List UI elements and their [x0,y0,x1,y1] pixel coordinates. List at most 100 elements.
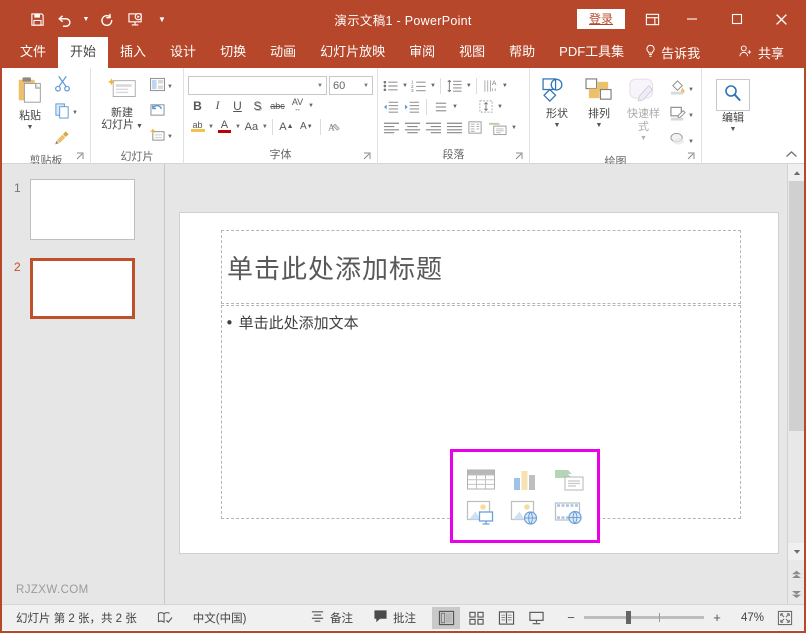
tell-me-search[interactable]: 告诉我 [636,37,708,68]
tab-slideshow[interactable]: 幻灯片放映 [308,37,397,68]
scroll-up-button[interactable] [788,164,805,181]
arrange-dropdown-icon[interactable]: ▼ [596,122,603,129]
text-direction-dropdown-icon[interactable]: ▼ [502,83,508,89]
bold-button[interactable]: B [188,96,207,115]
paste-dropdown-icon[interactable]: ▼ [27,124,34,131]
copy-dropdown-icon[interactable]: ▼ [72,110,78,116]
character-spacing-button[interactable]: AV↔ [288,96,307,115]
fit-to-window-icon[interactable] [772,607,798,629]
title-placeholder[interactable]: 单击此处添加标题 [221,230,741,304]
zoom-in-button[interactable]: + [710,610,724,625]
tab-file[interactable]: 文件 [8,37,58,68]
align-text-icon[interactable] [476,97,496,116]
next-slide-button[interactable] [788,584,805,604]
line-spacing-icon[interactable] [445,76,465,95]
text-shadow-button[interactable]: S [248,96,267,115]
tab-insert[interactable]: 插入 [108,37,158,68]
new-slide-dropdown-icon[interactable]: ▼ [134,123,143,130]
zoom-slider[interactable] [584,616,704,619]
scrollbar-thumb[interactable] [789,181,804,431]
share-button[interactable]: 共享 [728,37,794,68]
clear-formatting-button[interactable]: A [325,117,344,136]
shape-outline-dropdown-icon[interactable]: ▼ [688,113,694,119]
italic-button[interactable]: I [208,96,227,115]
decrease-font-size-button[interactable]: A▼ [297,117,316,136]
insert-chart-icon[interactable] [510,467,540,493]
font-size-input[interactable]: 60 ▼ [329,76,373,95]
text-highlight-color-button[interactable]: ab [188,117,207,136]
cut-button[interactable] [52,73,80,99]
previous-slide-button[interactable] [788,564,805,584]
tab-review[interactable]: 审阅 [397,37,447,68]
shape-fill-dropdown-icon[interactable]: ▼ [688,87,694,93]
highlight-color-dropdown-icon[interactable]: ▼ [208,124,214,130]
ribbon-display-options-icon[interactable] [635,2,669,36]
section-dropdown-icon[interactable]: ▼ [167,134,173,140]
spellcheck-icon[interactable] [147,605,183,631]
thumbnail-preview[interactable] [30,258,135,319]
font-size-dropdown-icon[interactable]: ▼ [363,83,369,89]
paragraph-dialog-launcher[interactable] [515,152,525,162]
close-icon[interactable] [759,2,804,36]
copy-button[interactable]: ▼ [52,100,80,126]
save-icon[interactable] [24,7,50,31]
undo-icon[interactable] [52,7,78,31]
zoom-level-label[interactable]: 47% [730,612,764,624]
signin-button[interactable]: 登录 [577,9,625,29]
font-dialog-launcher[interactable] [363,152,373,162]
editing-dropdown-icon[interactable]: ▼ [730,126,737,133]
tab-design[interactable]: 设计 [158,37,208,68]
convert-smartart-dropdown-icon[interactable]: ▼ [511,125,517,131]
drawing-dialog-launcher[interactable] [687,152,697,162]
customize-quick-access-icon[interactable]: ▼ [156,7,168,31]
shape-outline-button[interactable]: ▼ [667,103,696,128]
content-icon-cluster[interactable] [450,449,600,543]
insert-table-icon[interactable] [466,467,496,493]
font-name-dropdown-icon[interactable]: ▼ [317,83,323,89]
font-name-input[interactable]: ▼ [188,76,327,95]
tab-help[interactable]: 帮助 [497,37,547,68]
quick-styles-button[interactable]: 快速样式 ▼ [620,75,667,144]
arrange-button[interactable]: 排列 ▼ [578,75,620,131]
scroll-down-button[interactable] [788,543,805,560]
insert-picture-icon[interactable] [466,500,496,526]
section-button[interactable]: ▼ [147,125,175,149]
slide-count-status[interactable]: 幻灯片 第 2 张，共 2 张 [2,605,147,631]
notes-button[interactable]: 备注 [300,605,363,631]
minimize-icon[interactable] [669,2,714,36]
bullets-dropdown-icon[interactable]: ▼ [402,83,408,89]
line-spacing-dropdown-icon[interactable]: ▼ [466,83,472,89]
shape-fill-button[interactable]: ▼ [667,77,696,102]
align-right-icon[interactable] [423,118,443,137]
undo-dropdown-icon[interactable]: ▼ [80,7,92,31]
clipboard-dialog-launcher[interactable] [76,152,86,162]
text-direction-icon[interactable]: A [481,76,501,95]
strikethrough-button[interactable]: abc [268,96,287,115]
layout-button[interactable]: ▼ [147,75,175,99]
paragraph-spacing-icon[interactable] [431,97,451,116]
thumbnail-preview[interactable] [30,179,135,240]
font-color-dropdown-icon[interactable]: ▼ [235,124,241,130]
columns-icon[interactable] [465,118,485,137]
format-painter-button[interactable] [52,127,80,153]
slide-thumbnail-1[interactable]: 1 [2,174,164,240]
shapes-dropdown-icon[interactable]: ▼ [554,122,561,129]
insert-video-icon[interactable] [554,500,584,526]
underline-button[interactable]: U [228,96,247,115]
tab-animations[interactable]: 动画 [258,37,308,68]
increase-indent-icon[interactable] [402,97,422,116]
tab-pdf-tools[interactable]: PDF工具集 [547,37,636,68]
slideshow-icon[interactable] [122,7,148,31]
paragraph-spacing-dropdown-icon[interactable]: ▼ [452,104,458,110]
slideshow-view-icon[interactable] [522,607,550,629]
character-spacing-dropdown-icon[interactable]: ▼ [308,103,314,109]
paste-button[interactable]: 粘贴 ▼ [8,73,52,133]
layout-dropdown-icon[interactable]: ▼ [167,84,173,90]
vertical-scrollbar[interactable] [787,164,804,604]
insert-online-picture-icon[interactable] [510,500,540,526]
content-placeholder[interactable]: • 单击此处添加文本 [221,305,741,519]
shapes-button[interactable]: 形状 ▼ [536,75,578,131]
chevron-up-icon[interactable] [785,150,798,161]
quick-styles-dropdown-icon[interactable]: ▼ [640,135,647,142]
convert-to-smartart-icon[interactable] [486,118,510,137]
